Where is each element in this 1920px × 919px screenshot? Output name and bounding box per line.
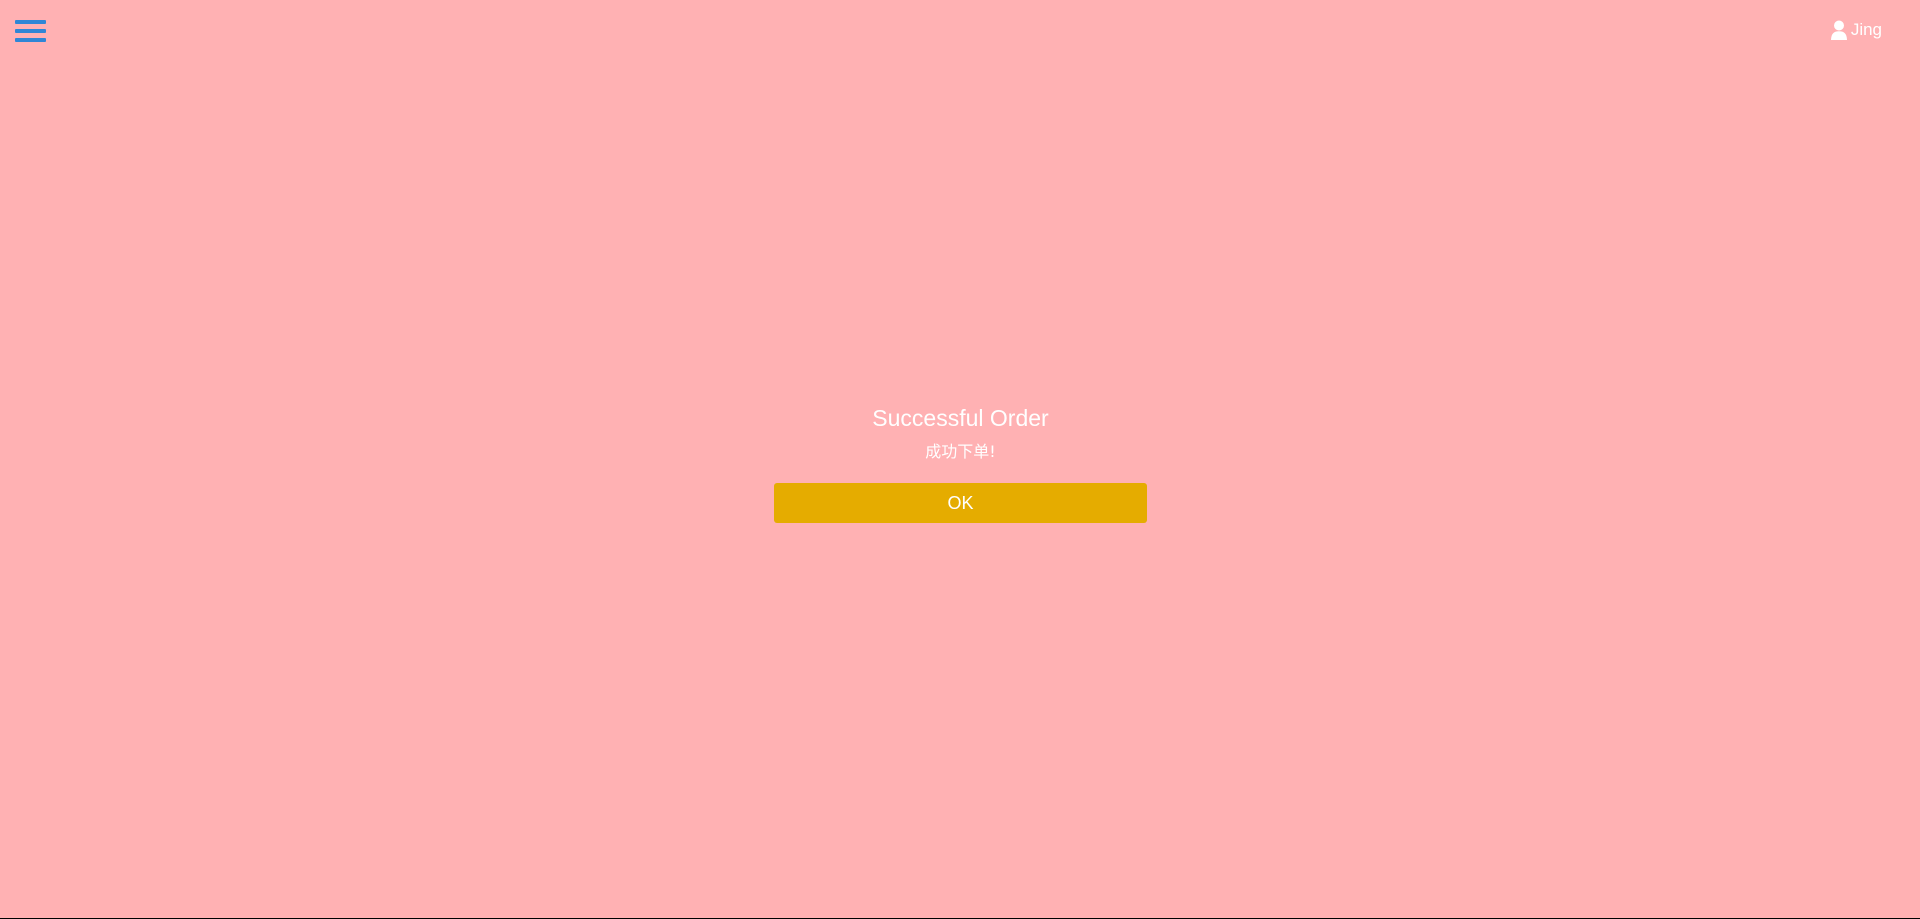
username: Jing [1850,20,1882,39]
order-success-dialog: Successful Order 成功下单! OK [774,402,1147,523]
menu-line [15,38,46,42]
hamburger-menu-icon[interactable] [15,20,46,44]
order-success-page: { "header": { "menu_icon": "hamburger-me… [0,0,1920,919]
dialog-title: Successful Order [872,405,1049,431]
ok-button[interactable]: OK [774,483,1147,523]
menu-line [15,29,46,33]
user-icon [1830,20,1847,40]
user-menu[interactable]: Jing [1830,18,1882,42]
dialog-message: 成功下单! [925,442,996,461]
menu-line [15,20,46,24]
